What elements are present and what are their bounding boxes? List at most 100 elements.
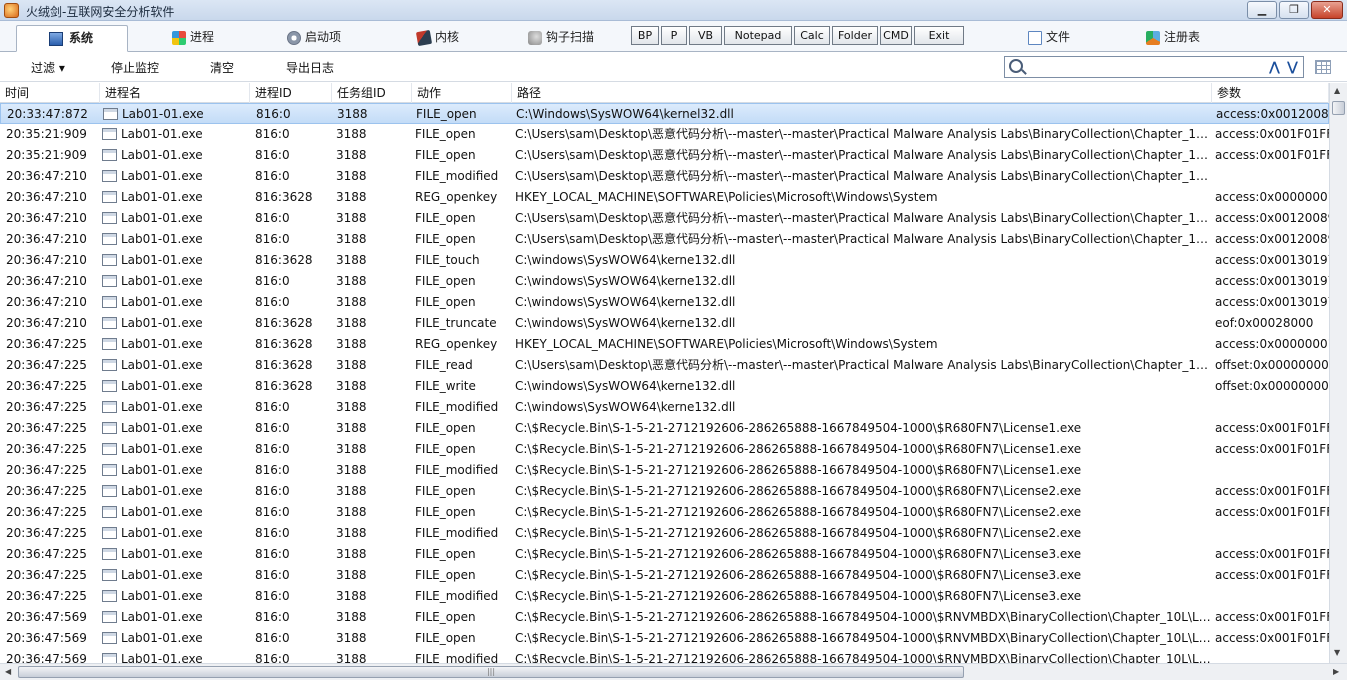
table-row[interactable]: 20:36:47:210 Lab01-01.exe 816:0 3188 FILE_op… <box>0 271 1329 292</box>
cell-process-name: Lab01-01.exe <box>121 295 203 309</box>
tab-kernel[interactable]: 内核 <box>405 25 459 52</box>
column-header-process-id[interactable]: 进程ID <box>250 83 332 103</box>
calc-button[interactable]: Calc <box>794 26 830 45</box>
column-settings-icon[interactable] <box>1315 60 1331 74</box>
scroll-down-icon[interactable]: ▼ <box>1334 648 1340 657</box>
exit-button[interactable]: Exit <box>914 26 964 45</box>
scroll-up-icon[interactable]: ▲ <box>1334 86 1340 95</box>
cell-action: FILE_modified <box>415 589 499 603</box>
tab-file[interactable]: 文件 <box>1016 25 1070 52</box>
tab-startup[interactable]: 启动项 <box>275 25 341 52</box>
cell-action: FILE_modified <box>415 400 499 414</box>
horizontal-scrollbar[interactable]: ◀ ||| ▶ <box>0 663 1347 680</box>
folder-button[interactable]: Folder <box>832 26 878 45</box>
search-box: ⋀ ⋁ <box>1004 56 1304 78</box>
table-row[interactable]: 20:35:21:909 Lab01-01.exe 816:0 3188 FILE_op… <box>0 124 1329 145</box>
table-row[interactable]: 20:36:47:210 Lab01-01.exe 816:0 3188 FILE_op… <box>0 208 1329 229</box>
vb-button[interactable]: VB <box>689 26 722 45</box>
table-row[interactable]: 20:33:47:872 Lab01-01.exe 816:0 3188 FILE_op… <box>0 103 1329 124</box>
search-up-icon[interactable]: ⋀ <box>1269 60 1280 75</box>
column-header-action[interactable]: 动作 <box>412 83 512 103</box>
table-row[interactable]: 20:36:47:225 Lab01-01.exe 816:0 3188 FILE_op… <box>0 439 1329 460</box>
cell-process-name: Lab01-01.exe <box>121 358 203 372</box>
tab-hook-scan[interactable]: 钩子扫描 <box>516 25 594 52</box>
table-row[interactable]: 20:36:47:225 Lab01-01.exe 816:0 3188 FILE_mo… <box>0 460 1329 481</box>
filter-button[interactable]: 过滤 ▾ <box>31 59 65 76</box>
table-row[interactable]: 20:36:47:210 Lab01-01.exe 816:0 3188 FILE_op… <box>0 292 1329 313</box>
vertical-scrollbar[interactable]: ▲ ▼ <box>1329 83 1347 663</box>
toolbar: 过滤 ▾ 停止监控 清空 导出日志 ⋀ ⋁ <box>0 52 1347 82</box>
cell-process-id: 816:0 <box>255 148 290 162</box>
cell-group-id: 3188 <box>336 610 367 624</box>
column-header-param[interactable]: 参数 <box>1212 83 1329 103</box>
process-window-icon <box>102 527 117 539</box>
cell-time: 20:36:47:225 <box>6 568 87 582</box>
cell-process-id: 816:3628 <box>255 316 313 330</box>
bp-button[interactable]: BP <box>631 26 659 45</box>
stop-monitor-button[interactable]: 停止监控 <box>111 59 159 76</box>
table-row[interactable]: 20:36:47:225 Lab01-01.exe 816:3628 3188 FILE… <box>0 376 1329 397</box>
scroll-right-icon[interactable]: ▶ <box>1333 667 1339 676</box>
notepad-button[interactable]: Notepad <box>724 26 792 45</box>
cell-path: C:\windows\SysWOW64\kerne132.dll <box>515 316 736 330</box>
cell-path: C:\Users\sam\Desktop\恶意代码分析\--master\--m… <box>515 358 1212 372</box>
tab-system[interactable]: 系统 <box>16 25 128 52</box>
cell-time: 20:36:47:225 <box>6 589 87 603</box>
clear-button[interactable]: 清空 <box>210 59 234 76</box>
cell-param <box>1215 460 1329 481</box>
cell-time: 20:36:47:225 <box>6 484 87 498</box>
process-window-icon <box>102 590 117 602</box>
table-row[interactable]: 20:36:47:225 Lab01-01.exe 816:0 3188 FILE_mo… <box>0 523 1329 544</box>
export-log-button[interactable]: 导出日志 <box>286 59 334 76</box>
table-row[interactable]: 20:36:47:210 Lab01-01.exe 816:3628 3188 REG_… <box>0 187 1329 208</box>
table-row[interactable]: 20:36:47:569 Lab01-01.exe 816:0 3188 FILE_op… <box>0 607 1329 628</box>
cell-param: access:0x001F01FF a <box>1215 148 1329 162</box>
cell-group-id: 3188 <box>336 148 367 162</box>
table-row[interactable]: 20:36:47:210 Lab01-01.exe 816:0 3188 FILE_mo… <box>0 166 1329 187</box>
cell-path: C:\$Recycle.Bin\S-1-5-21-2712192606-2862… <box>515 631 1212 645</box>
table-row[interactable]: 20:36:47:225 Lab01-01.exe 816:0 3188 FILE_mo… <box>0 397 1329 418</box>
search-input[interactable] <box>1027 59 1267 75</box>
tab-registry[interactable]: 注册表 <box>1134 25 1200 52</box>
maximize-button[interactable]: ❐ <box>1279 1 1309 19</box>
table-row[interactable]: 20:36:47:210 Lab01-01.exe 816:0 3188 FILE_op… <box>0 229 1329 250</box>
tab-process[interactable]: 进程 <box>160 25 214 52</box>
column-header-process-name[interactable]: 进程名 <box>100 83 250 103</box>
table-row[interactable]: 20:36:47:225 Lab01-01.exe 816:0 3188 FILE_op… <box>0 544 1329 565</box>
horizontal-scroll-thumb[interactable]: ||| <box>18 666 964 678</box>
column-header-time[interactable]: 时间 <box>0 83 100 103</box>
close-button[interactable]: ✕ <box>1311 1 1343 19</box>
table-row[interactable]: 20:36:47:225 Lab01-01.exe 816:0 3188 FILE_op… <box>0 565 1329 586</box>
cell-group-id: 3188 <box>336 442 367 456</box>
minimize-button[interactable]: ▁ <box>1247 1 1277 19</box>
vertical-scroll-thumb[interactable] <box>1332 101 1345 115</box>
p-button[interactable]: P <box>661 26 687 45</box>
table-row[interactable]: 20:36:47:210 Lab01-01.exe 816:3628 3188 FILE… <box>0 313 1329 334</box>
table-row[interactable]: 20:35:21:909 Lab01-01.exe 816:0 3188 FILE_op… <box>0 145 1329 166</box>
cell-group-id: 3188 <box>336 211 367 225</box>
column-header-group-id[interactable]: 任务组ID <box>332 83 412 103</box>
table-row[interactable]: 20:36:47:210 Lab01-01.exe 816:3628 3188 FILE… <box>0 250 1329 271</box>
search-down-icon[interactable]: ⋁ <box>1287 60 1298 75</box>
table-row[interactable]: 20:36:47:225 Lab01-01.exe 816:0 3188 FILE_op… <box>0 502 1329 523</box>
table-row[interactable]: 20:36:47:225 Lab01-01.exe 816:0 3188 FILE_mo… <box>0 586 1329 607</box>
cell-process-name: Lab01-01.exe <box>121 316 203 330</box>
scroll-left-icon[interactable]: ◀ <box>5 667 11 676</box>
cmd-button[interactable]: CMD <box>880 26 912 45</box>
cell-path: C:\$Recycle.Bin\S-1-5-21-2712192606-2862… <box>515 589 1082 603</box>
table-row[interactable]: 20:36:47:225 Lab01-01.exe 816:3628 3188 FILE… <box>0 355 1329 376</box>
table-row[interactable]: 20:36:47:569 Lab01-01.exe 816:0 3188 FILE_op… <box>0 628 1329 649</box>
column-header-path[interactable]: 路径 <box>512 83 1212 103</box>
cell-param: access:0x00120089 <box>1215 211 1329 225</box>
table-row[interactable]: 20:36:47:225 Lab01-01.exe 816:0 3188 FILE_op… <box>0 418 1329 439</box>
cell-process-id: 816:0 <box>255 610 290 624</box>
cell-process-id: 816:3628 <box>255 358 313 372</box>
cell-process-id: 816:0 <box>255 127 290 141</box>
table-row[interactable]: 20:36:47:569 Lab01-01.exe 816:0 3188 FILE_mo… <box>0 649 1329 663</box>
cell-process-id: 816:3628 <box>255 253 313 267</box>
table-row[interactable]: 20:36:47:225 Lab01-01.exe 816:0 3188 FILE_op… <box>0 481 1329 502</box>
tab-startup-label: 启动项 <box>305 30 342 44</box>
cell-process-id: 816:0 <box>255 274 290 288</box>
cell-process-name: Lab01-01.exe <box>121 547 203 561</box>
table-row[interactable]: 20:36:47:225 Lab01-01.exe 816:3628 3188 REG_… <box>0 334 1329 355</box>
